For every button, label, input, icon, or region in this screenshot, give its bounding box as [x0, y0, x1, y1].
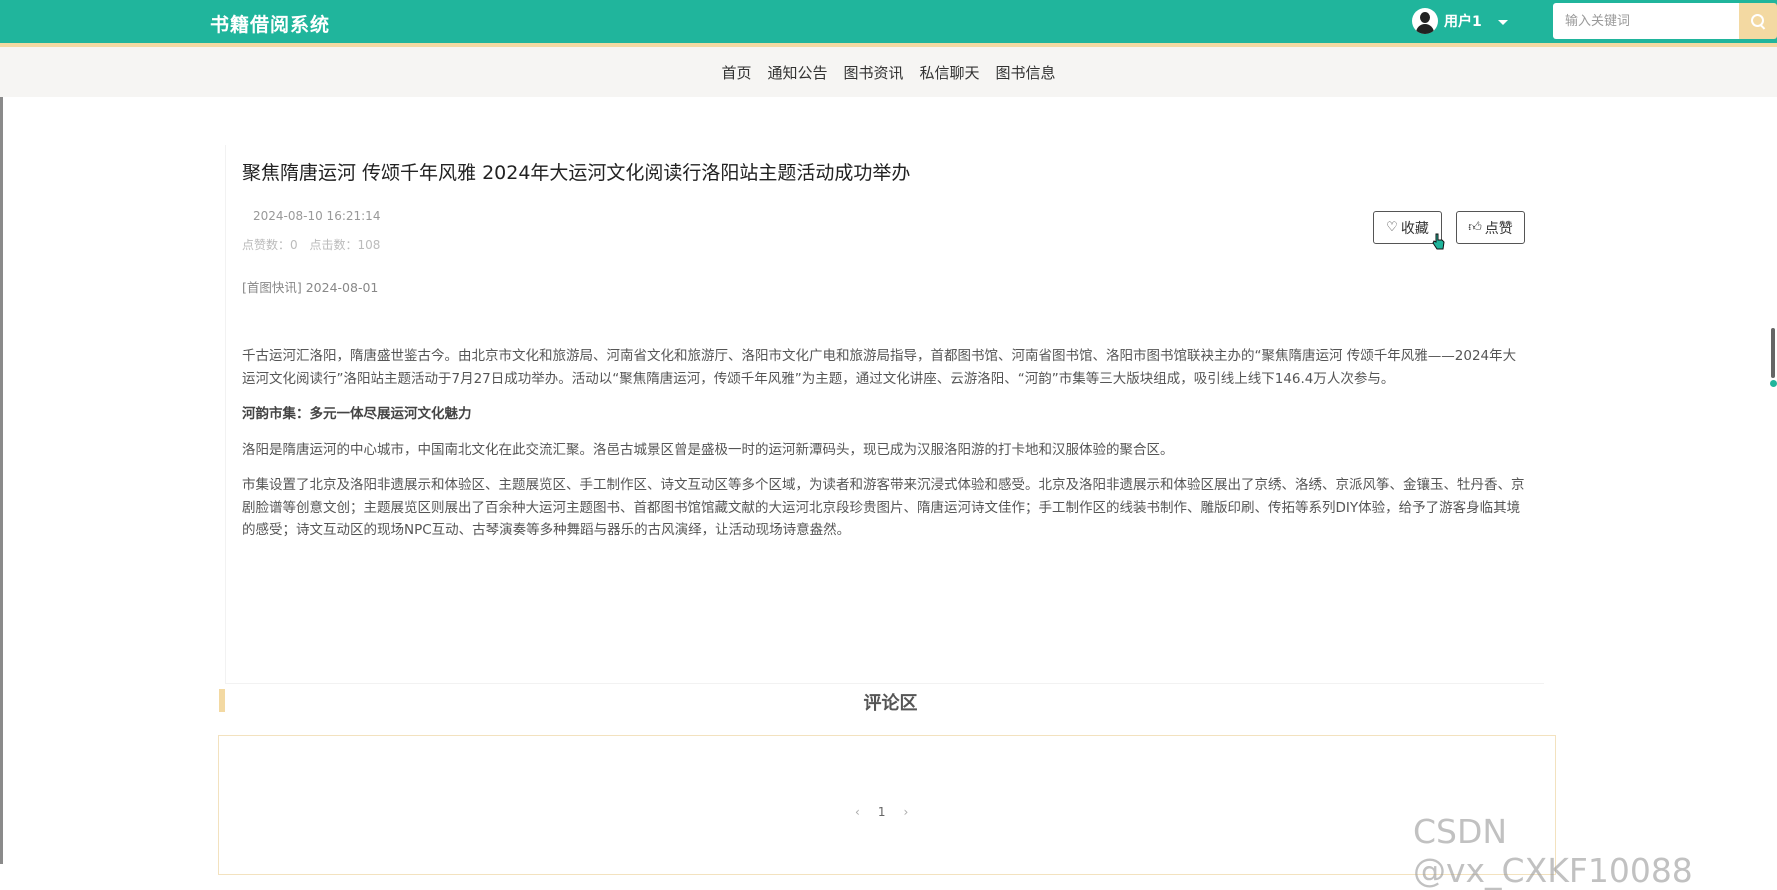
nav-notices[interactable]: 通知公告 [767, 62, 827, 83]
pagination: ‹ 1 › [855, 805, 908, 819]
page-number[interactable]: 1 [878, 805, 886, 819]
article-title: 聚焦隋唐运河 传颂千年风雅 2024年大运河文化阅读行洛阳站主题活动成功举办 [242, 162, 911, 184]
click-count: 点击数：108 [309, 238, 381, 252]
scroll-dot [1770, 380, 1777, 387]
nav-home[interactable]: 首页 [721, 62, 751, 83]
section-heading: 河韵市集：多元一体尽展运河文化魅力 [242, 406, 472, 422]
article-date: 2024-08-10 16:21:14 [253, 209, 381, 223]
nav-book-news[interactable]: 图书资讯 [843, 62, 903, 83]
comment-section-header: 评论区 [219, 689, 1556, 714]
top-header: 书籍借阅系统 用户1 [0, 0, 1777, 47]
next-page-button[interactable]: › [903, 805, 908, 819]
window-edge [0, 0, 3, 864]
favorite-label: 收藏 [1400, 220, 1429, 237]
chevron-down-icon[interactable] [1497, 19, 1508, 25]
article-source: [首图快讯] 2024-08-01 [242, 280, 379, 295]
like-button[interactable]: 👍︎ 点赞 [1456, 211, 1525, 244]
heart-icon: ♡ [1386, 220, 1398, 235]
prev-page-button[interactable]: ‹ [855, 805, 860, 819]
hand-cursor-icon [1432, 233, 1445, 250]
nav-book-info[interactable]: 图书信息 [996, 62, 1056, 83]
article-stats: 点赞数：0 点击数：108 [242, 236, 388, 253]
article-card: 聚焦隋唐运河 传颂千年风雅 2024年大运河文化阅读行洛阳站主题活动成功举办 2… [225, 145, 1544, 684]
search-input[interactable] [1553, 3, 1739, 39]
app-title[interactable]: 书籍借阅系统 [210, 10, 330, 37]
comment-title: 评论区 [863, 693, 918, 714]
like-count: 点赞数：0 [242, 238, 298, 252]
paragraph: 洛阳是隋唐运河的中心城市，中国南北文化在此交流汇聚。洛邑古城景区曾是盛极一时的运… [242, 441, 1174, 458]
paragraph: 市集设置了北京及洛阳非遗展示和体验区、主题展览区、手工制作区、诗文互动区等多个区… [242, 477, 1525, 538]
watermark: CSDN @vx_CXKF10088 [1413, 812, 1693, 890]
article-body: 千古运河汇洛阳，隋唐盛世鉴古今。由北京市文化和旅游局、河南省文化和旅游厅、洛阳市… [242, 345, 1527, 555]
search-icon [1751, 14, 1765, 28]
user-name[interactable]: 用户1 [1444, 11, 1482, 31]
main-nav: 首页 通知公告 图书资讯 私信聊天 图书信息 [0, 47, 1777, 97]
avatar-icon[interactable] [1412, 8, 1438, 34]
thumbs-up-icon: 👍︎ [1468, 220, 1482, 235]
nav-private-chat[interactable]: 私信聊天 [920, 62, 980, 83]
user-menu[interactable]: 用户1 [1412, 8, 1508, 34]
like-label: 点赞 [1484, 220, 1513, 237]
scrollbar[interactable] [1771, 328, 1775, 378]
paragraph: 千古运河汇洛阳，隋唐盛世鉴古今。由北京市文化和旅游局、河南省文化和旅游厅、洛阳市… [242, 348, 1517, 387]
search-button[interactable] [1739, 3, 1777, 39]
